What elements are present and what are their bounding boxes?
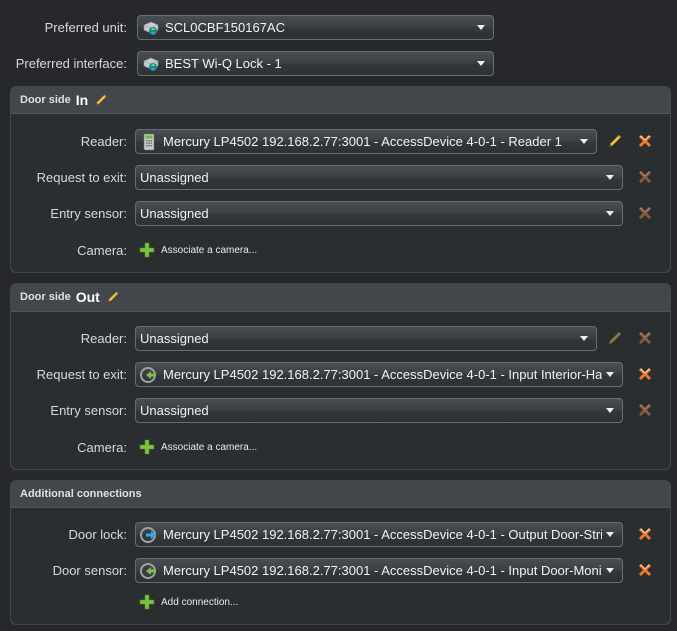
out-reader-dropdown[interactable]: Unassigned <box>135 326 597 351</box>
reader-label: Reader: <box>80 331 127 346</box>
unit-icon <box>142 19 160 37</box>
reader-icon <box>140 133 158 151</box>
door-lock-label: Door lock: <box>68 527 127 542</box>
in-reader-value: Mercury LP4502 192.168.2.77:3001 - Acces… <box>163 134 562 149</box>
remove-door-sensor-x-icon[interactable] <box>637 562 653 578</box>
request-to-exit-label: Request to exit: <box>36 170 127 185</box>
door-side-out-header: Door side Out <box>20 283 120 311</box>
door-sensor-value: Mercury LP4502 192.168.2.77:3001 - Acces… <box>163 563 602 578</box>
pencil-icon[interactable] <box>106 290 120 304</box>
add-connection-link[interactable]: Add connection... <box>139 594 238 610</box>
unit-icon <box>142 55 160 73</box>
chevron-down-icon <box>477 61 485 66</box>
input-icon <box>140 366 158 384</box>
chevron-down-icon <box>606 408 614 413</box>
out-rex-dropdown[interactable]: Mercury LP4502 192.168.2.77:3001 - Acces… <box>135 362 623 387</box>
chevron-down-icon <box>580 139 588 144</box>
door-side-name: In <box>75 92 89 108</box>
door-sensor-dropdown[interactable]: Mercury LP4502 192.168.2.77:3001 - Acces… <box>135 558 623 583</box>
in-entry-sensor-dropdown[interactable]: Unassigned <box>135 201 623 226</box>
remove-reader-x-icon[interactable] <box>637 330 653 346</box>
chevron-down-icon <box>606 175 614 180</box>
remove-door-lock-x-icon[interactable] <box>637 526 653 542</box>
out-entry-sensor-dropdown[interactable]: Unassigned <box>135 398 623 423</box>
chevron-down-icon <box>606 372 614 377</box>
preferred-interface-value: BEST Wi-Q Lock - 1 <box>165 56 282 71</box>
edit-reader-pencil-icon[interactable] <box>607 133 623 149</box>
preferred-unit-value: SCL0CBF150167AC <box>165 20 285 35</box>
door-side-prefix: Door side <box>20 291 71 303</box>
remove-entry-sensor-x-icon[interactable] <box>637 205 653 221</box>
add-connection-text: Add connection... <box>161 596 239 608</box>
door-side-name: Out <box>75 289 100 305</box>
door-sensor-label: Door sensor: <box>52 563 127 578</box>
out-entry-sensor-value: Unassigned <box>140 403 209 418</box>
chevron-down-icon <box>580 336 588 341</box>
request-to-exit-label: Request to exit: <box>36 367 127 382</box>
door-side-prefix: Door side <box>20 94 71 106</box>
associate-camera-in-link[interactable]: Associate a camera... <box>139 242 257 258</box>
entry-sensor-label: Entry sensor: <box>50 403 127 418</box>
chevron-down-icon <box>606 568 614 573</box>
additional-connections-group: Additional connections <box>10 480 671 625</box>
door-lock-value: Mercury LP4502 192.168.2.77:3001 - Acces… <box>163 527 602 542</box>
pencil-icon[interactable] <box>94 93 108 107</box>
in-reader-dropdown[interactable]: Mercury LP4502 192.168.2.77:3001 - Acces… <box>135 129 597 154</box>
out-reader-value: Unassigned <box>140 331 209 346</box>
door-side-in-header: Door side In <box>20 86 108 114</box>
associate-camera-text: Associate a camera... <box>161 441 258 453</box>
door-lock-dropdown[interactable]: Mercury LP4502 192.168.2.77:3001 - Acces… <box>135 522 623 547</box>
plus-icon <box>139 439 155 455</box>
in-entry-sensor-value: Unassigned <box>140 206 209 221</box>
in-rex-dropdown[interactable]: Unassigned <box>135 165 623 190</box>
remove-reader-x-icon[interactable] <box>637 133 653 149</box>
remove-rex-x-icon[interactable] <box>637 366 653 382</box>
preferred-unit-dropdown[interactable]: SCL0CBF150167AC <box>137 15 494 40</box>
edit-reader-pencil-icon[interactable] <box>607 330 623 346</box>
in-rex-value: Unassigned <box>140 170 209 185</box>
remove-entry-sensor-x-icon[interactable] <box>637 402 653 418</box>
out-rex-value: Mercury LP4502 192.168.2.77:3001 - Acces… <box>163 367 602 382</box>
input-icon <box>140 562 158 580</box>
camera-label: Camera: <box>77 243 127 258</box>
output-icon <box>140 526 158 544</box>
chevron-down-icon <box>606 211 614 216</box>
reader-label: Reader: <box>80 134 127 149</box>
remove-rex-x-icon[interactable] <box>637 169 653 185</box>
associate-camera-out-link[interactable]: Associate a camera... <box>139 439 257 455</box>
chevron-down-icon <box>606 532 614 537</box>
plus-icon <box>139 594 155 610</box>
chevron-down-icon <box>477 25 485 30</box>
preferred-unit-label: Preferred unit: <box>44 20 127 35</box>
preferred-interface-dropdown[interactable]: BEST Wi-Q Lock - 1 <box>137 51 494 76</box>
plus-icon <box>139 242 155 258</box>
associate-camera-text: Associate a camera... <box>161 244 258 256</box>
additional-connections-title: Additional connections <box>20 487 142 500</box>
additional-connections-header: Additional connections <box>20 480 142 507</box>
preferred-interface-label: Preferred interface: <box>15 56 127 71</box>
camera-label: Camera: <box>77 440 127 455</box>
entry-sensor-label: Entry sensor: <box>50 206 127 221</box>
